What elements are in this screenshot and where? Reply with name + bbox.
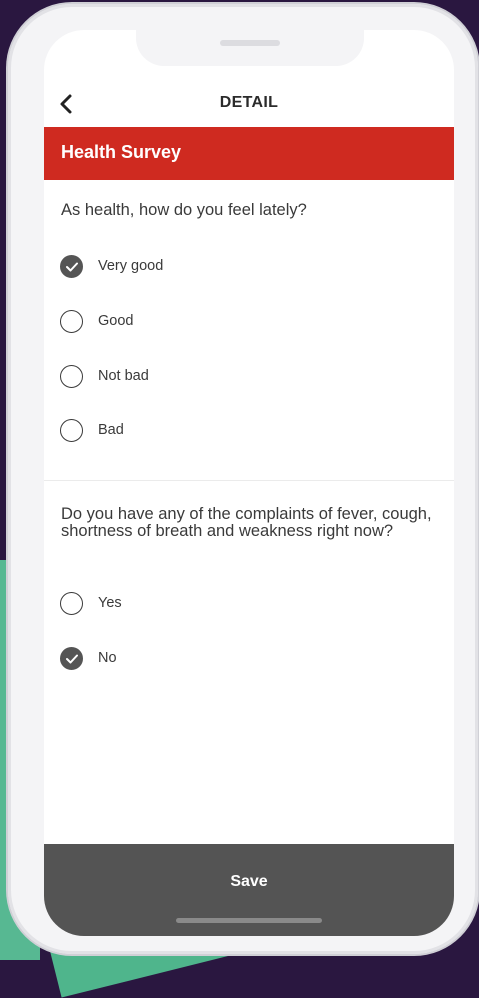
- option-not-bad[interactable]: Not bad: [60, 365, 360, 393]
- question-2: Do you have any of the complaints of fev…: [61, 505, 432, 540]
- radio-unchecked-icon[interactable]: [60, 419, 83, 442]
- phone-frame: DETAIL Health Survey As health, how do y…: [8, 4, 478, 954]
- option-bad[interactable]: Bad: [60, 419, 360, 447]
- question-1: As health, how do you feel lately?: [61, 201, 307, 219]
- option-label: No: [98, 650, 117, 666]
- option-no[interactable]: No: [60, 647, 360, 675]
- app-header: DETAIL: [44, 90, 454, 124]
- radio-unchecked-icon[interactable]: [60, 365, 83, 388]
- option-yes[interactable]: Yes: [60, 592, 360, 620]
- screen: DETAIL Health Survey As health, how do y…: [44, 30, 454, 936]
- home-indicator[interactable]: [176, 918, 322, 923]
- page-title: DETAIL: [219, 94, 279, 111]
- option-good[interactable]: Good: [60, 310, 360, 338]
- section-divider: [44, 480, 454, 481]
- survey-title: Health Survey: [61, 142, 182, 162]
- survey-banner: Health Survey: [44, 127, 454, 180]
- save-button[interactable]: Save: [44, 844, 454, 936]
- option-label: Very good: [98, 258, 164, 274]
- radio-checked-icon[interactable]: [60, 647, 83, 670]
- notch: [136, 30, 364, 66]
- radio-unchecked-icon[interactable]: [60, 310, 83, 333]
- option-label: Bad: [98, 422, 124, 438]
- save-label: Save: [230, 873, 268, 890]
- option-very-good[interactable]: Very good: [60, 255, 360, 283]
- speaker: [220, 40, 280, 46]
- option-label: Not bad: [98, 368, 149, 384]
- radio-unchecked-icon[interactable]: [60, 592, 83, 615]
- radio-checked-icon[interactable]: [60, 255, 83, 278]
- option-label: Good: [98, 313, 134, 329]
- option-label: Yes: [98, 595, 122, 611]
